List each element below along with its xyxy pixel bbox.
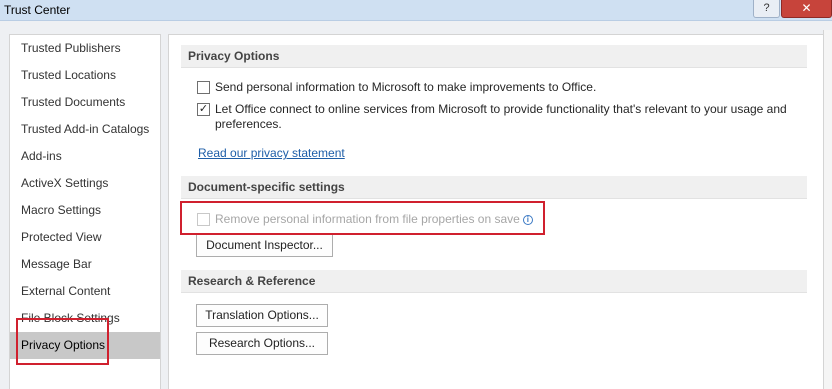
main-panel: Privacy Options Send personal informatio… [168,34,832,389]
send-info-checkbox[interactable] [197,81,210,94]
translation-options-button[interactable]: Translation Options... [196,304,328,327]
section-header-document-specific: Document-specific settings [181,176,807,199]
remove-personal-label: Remove personal information from file pr… [215,212,533,227]
sidebar: Trusted Publishers Trusted Locations Tru… [9,34,161,389]
sidebar-item-macro-settings[interactable]: Macro Settings [10,197,160,224]
remove-personal-checkbox [197,213,210,226]
connect-online-row[interactable]: ✓ Let Office connect to online services … [197,102,807,134]
help-button[interactable]: ? [753,0,780,18]
sidebar-item-trusted-addin-catalogs[interactable]: Trusted Add-in Catalogs [10,116,160,143]
sidebar-item-privacy-options[interactable]: Privacy Options [10,332,160,359]
sidebar-item-trusted-locations[interactable]: Trusted Locations [10,62,160,89]
sidebar-item-trusted-publishers[interactable]: Trusted Publishers [10,35,160,62]
close-button[interactable]: ✕ [781,0,832,18]
info-icon: i [522,215,533,225]
sidebar-item-activex-settings[interactable]: ActiveX Settings [10,170,160,197]
sidebar-item-trusted-documents[interactable]: Trusted Documents [10,89,160,116]
research-options-button[interactable]: Research Options... [196,332,328,355]
document-inspector-button[interactable]: Document Inspector... [196,234,333,257]
window-right-edge [823,30,832,389]
title-bar: Trust Center [0,0,832,21]
send-info-label: Send personal information to Microsoft t… [215,80,597,94]
section-header-research-reference: Research & Reference [181,270,807,293]
privacy-statement-link[interactable]: Read our privacy statement [198,146,345,160]
sidebar-item-external-content[interactable]: External Content [10,278,160,305]
section-header-privacy-options: Privacy Options [181,45,807,68]
sidebar-item-protected-view[interactable]: Protected View [10,224,160,251]
connect-online-label: Let Office connect to online services fr… [215,102,787,131]
window-title: Trust Center [4,3,71,17]
connect-online-checkbox[interactable]: ✓ [197,103,210,116]
sidebar-item-addins[interactable]: Add-ins [10,143,160,170]
sidebar-item-file-block-settings[interactable]: File Block Settings [10,305,160,332]
sidebar-item-message-bar[interactable]: Message Bar [10,251,160,278]
